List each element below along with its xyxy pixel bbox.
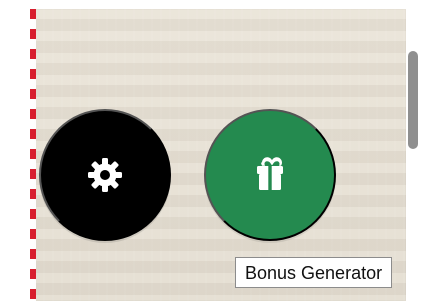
- screen: Bonus Generator: [0, 0, 425, 301]
- gift-icon: [249, 154, 291, 196]
- bonus-generator-button[interactable]: [204, 109, 336, 241]
- vertical-scrollbar-thumb[interactable]: [408, 51, 418, 149]
- bonus-generator-tooltip: Bonus Generator: [235, 257, 393, 288]
- dashed-red-edge: [30, 9, 36, 301]
- settings-button[interactable]: [39, 109, 171, 241]
- tooltip-text: Bonus Generator: [245, 262, 383, 283]
- gear-icon: [84, 154, 126, 196]
